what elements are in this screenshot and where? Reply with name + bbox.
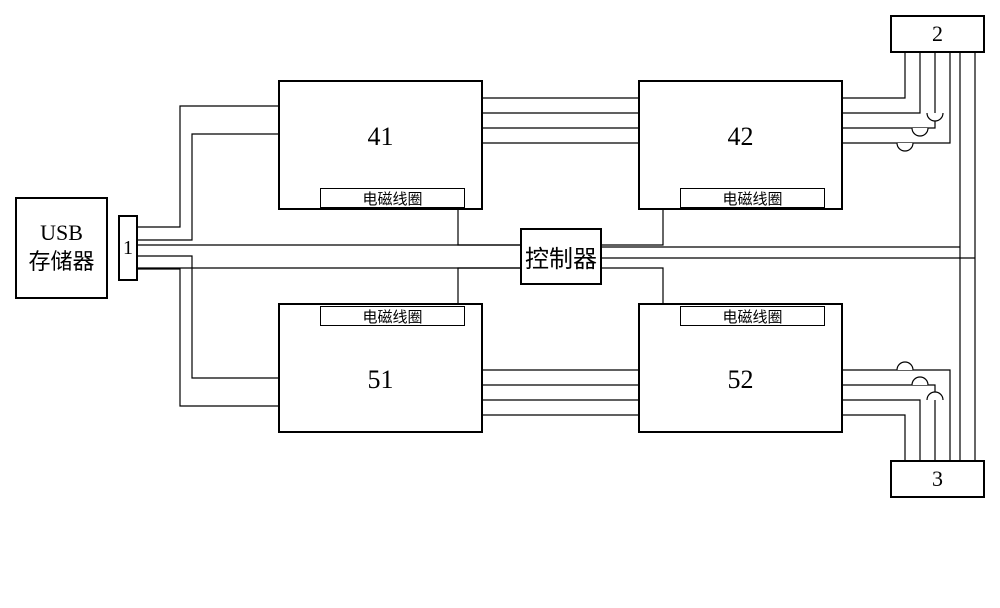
controller-label: 控制器 — [525, 239, 597, 274]
relay-52-label: 52 — [728, 365, 754, 395]
relay-42-coil: 电磁线圈 — [680, 188, 825, 208]
relay-41-coil-label: 电磁线圈 — [362, 188, 422, 209]
block-3: 3 — [890, 460, 985, 498]
relay-41-coil: 电磁线圈 — [320, 188, 465, 208]
block-2: 2 — [890, 15, 985, 53]
diagram-canvas: USB 存储器 1 41 电磁线圈 42 电磁线圈 51 电磁线圈 52 电磁线… — [0, 0, 1000, 608]
relay-52-coil-label: 电磁线圈 — [722, 306, 782, 327]
relay-51-coil: 电磁线圈 — [320, 306, 465, 326]
block-3-label: 3 — [932, 466, 943, 492]
wire-layer — [0, 0, 1000, 608]
relay-52-coil: 电磁线圈 — [680, 306, 825, 326]
usb-storage-block: USB 存储器 — [15, 197, 108, 299]
port-1-block: 1 — [118, 215, 138, 281]
controller-block: 控制器 — [520, 228, 602, 285]
relay-42-coil-label: 电磁线圈 — [722, 188, 782, 209]
relay-51-label: 51 — [368, 365, 394, 395]
relay-51-coil-label: 电磁线圈 — [362, 306, 422, 327]
block-2-label: 2 — [932, 21, 943, 47]
port-1-label: 1 — [123, 237, 133, 260]
relay-41-label: 41 — [368, 122, 394, 152]
usb-label-line1: USB — [40, 220, 83, 245]
relay-42-label: 42 — [728, 122, 754, 152]
usb-label-line2: 存储器 — [28, 249, 94, 274]
